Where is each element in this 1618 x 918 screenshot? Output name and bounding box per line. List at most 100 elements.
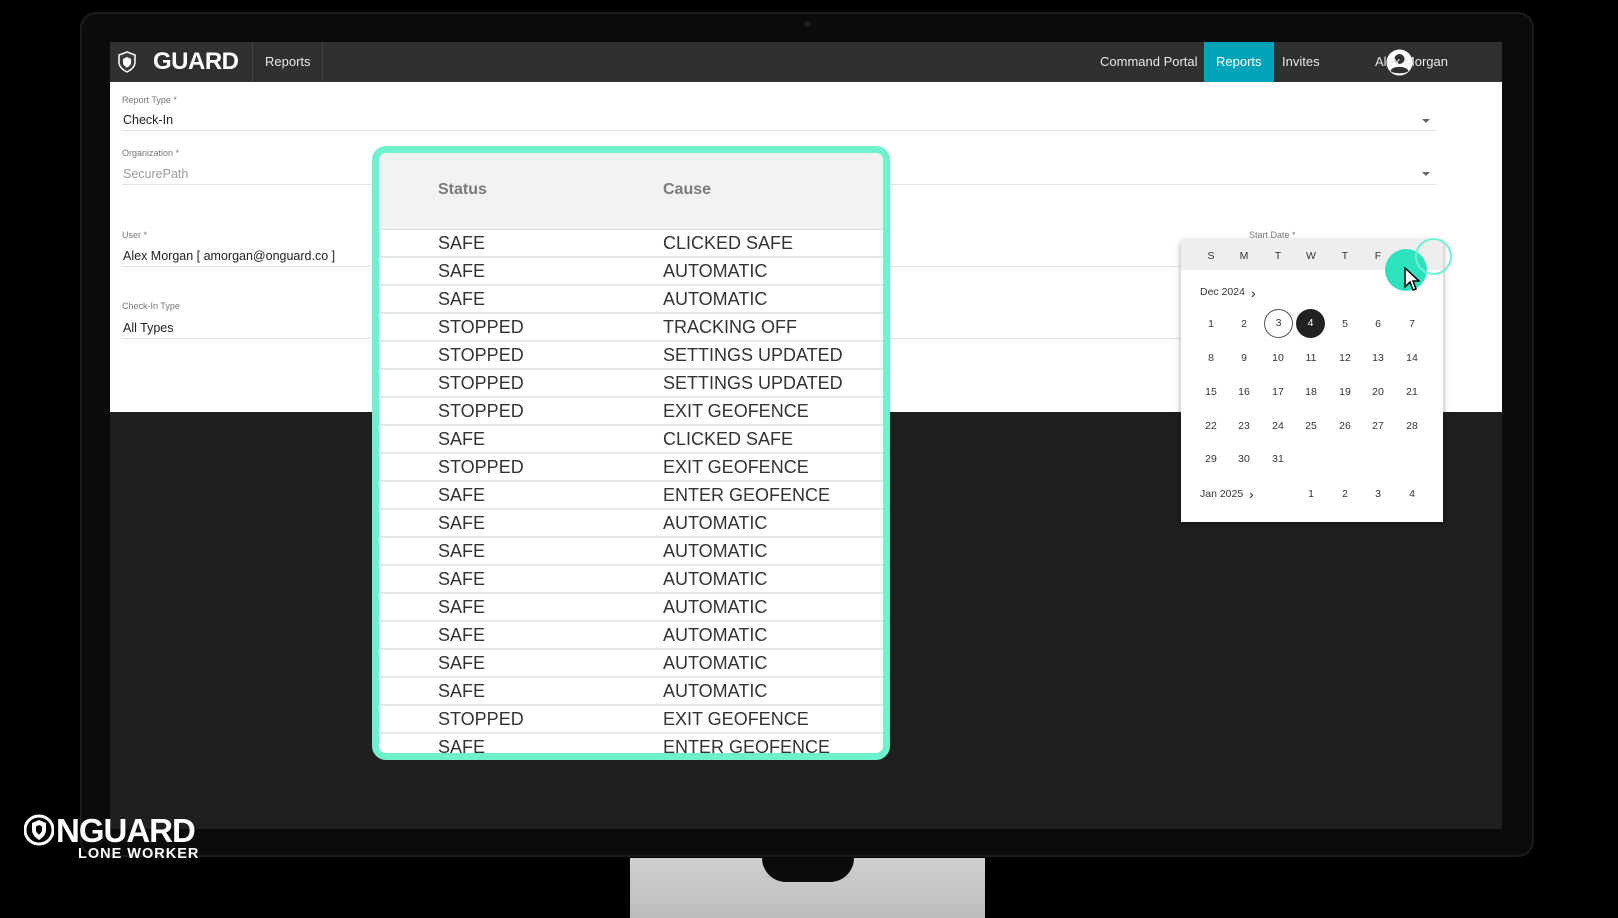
status-cell: SAFE [438, 289, 486, 309]
table-row: STOPPED SETTINGS UPDATED [379, 342, 883, 370]
brand[interactable]: GUARD [110, 42, 258, 82]
table-row: SAFE CLICKED SAFE [379, 230, 883, 258]
calendar-day[interactable]: 9 [1229, 352, 1259, 364]
calendar-day[interactable]: 12 [1330, 352, 1360, 364]
calendar-day[interactable]: 8 [1196, 352, 1226, 364]
cause-cell: AUTOMATIC [663, 653, 768, 673]
calendar-day[interactable]: 4 [1296, 309, 1325, 338]
calendar-day[interactable]: 2 [1229, 318, 1259, 330]
calendar-day[interactable]: 29 [1196, 453, 1226, 465]
user-field[interactable]: Alex Morgan [ amorgan@onguard.co ] [123, 249, 335, 263]
calendar-day[interactable]: 10 [1263, 352, 1293, 364]
organization-select[interactable]: SecurePath [123, 167, 188, 181]
status-cell: STOPPED [438, 345, 524, 365]
cause-cell: EXIT GEOFENCE [663, 457, 809, 477]
calendar-day[interactable]: 3 [1363, 488, 1393, 500]
calendar-day[interactable]: 23 [1229, 420, 1259, 432]
status-cell: SAFE [438, 429, 486, 449]
calendar-day[interactable]: 1 [1196, 318, 1226, 330]
cause-cell: AUTOMATIC [663, 289, 768, 309]
checkin-type-select[interactable]: All Types [123, 321, 174, 335]
calendar-day[interactable]: 4 [1397, 488, 1427, 500]
nav-reports[interactable]: Reports [1204, 42, 1274, 82]
table-row: SAFE AUTOMATIC [379, 650, 883, 678]
status-cell: SAFE [438, 625, 486, 645]
status-cell: SAFE [438, 261, 486, 281]
calendar-day[interactable]: 21 [1397, 386, 1427, 398]
status-cell: SAFE [438, 597, 486, 617]
calendar-day[interactable]: 5 [1330, 318, 1360, 330]
calendar-day[interactable]: 20 [1363, 386, 1393, 398]
calendar-day[interactable]: 31 [1263, 453, 1293, 465]
nav-divider [322, 42, 323, 82]
calendar-day[interactable]: 28 [1397, 420, 1427, 432]
calendar-day[interactable]: 19 [1330, 386, 1360, 398]
nav-command-portal[interactable]: Command Portal [1100, 42, 1198, 82]
cause-cell: AUTOMATIC [663, 569, 768, 589]
shield-logo-icon [24, 814, 54, 846]
calendar-day[interactable]: 2 [1330, 488, 1360, 500]
table-row: SAFE CLICKED SAFE [379, 426, 883, 454]
report-type-label: Report Type * [122, 95, 177, 105]
table-row: SAFE AUTOMATIC [379, 510, 883, 538]
cause-cell: SETTINGS UPDATED [663, 345, 843, 365]
table-row: SAFE AUTOMATIC [379, 594, 883, 622]
calendar-day[interactable]: 15 [1196, 386, 1226, 398]
table-row: SAFE ENTER GEOFENCE [379, 734, 883, 753]
calendar-day[interactable]: 13 [1363, 352, 1393, 364]
cause-cell: ENTER GEOFENCE [663, 485, 831, 505]
organization-label: Organization * [122, 148, 180, 158]
cause-cell: AUTOMATIC [663, 261, 768, 281]
status-column-header[interactable]: Status [438, 181, 487, 199]
chevron-down-icon[interactable] [1422, 172, 1430, 176]
cause-column-header[interactable]: Cause [663, 181, 711, 199]
calendar-day[interactable]: 3 [1264, 309, 1293, 338]
status-cell: STOPPED [438, 373, 524, 393]
cause-cell: EXIT GEOFENCE [663, 401, 809, 421]
logo-title: NGUARD [56, 812, 196, 849]
calendar-day[interactable]: 30 [1229, 453, 1259, 465]
calendar-day[interactable]: 22 [1196, 420, 1226, 432]
calendar-day[interactable]: 16 [1229, 386, 1259, 398]
cause-cell: AUTOMATIC [663, 513, 768, 533]
calendar-day[interactable]: 17 [1263, 386, 1293, 398]
calendar-day[interactable]: 26 [1330, 420, 1360, 432]
table-row: STOPPED EXIT GEOFENCE [379, 398, 883, 426]
cause-cell: CLICKED SAFE [663, 429, 794, 449]
checkin-type-label: Check-In Type [122, 301, 180, 311]
camera-dot [804, 21, 810, 27]
cause-cell: SETTINGS UPDATED [663, 373, 843, 393]
month-label-jan[interactable]: Jan 2025 [1200, 488, 1243, 500]
table-row: SAFE AUTOMATIC [379, 622, 883, 650]
report-type-select[interactable]: Check-In [123, 113, 173, 127]
cause-cell: EXIT GEOFENCE [663, 709, 809, 729]
logo-subtitle: LONE WORKER [78, 846, 200, 862]
click-ring [1415, 238, 1452, 275]
calendar-day[interactable]: 1 [1296, 488, 1326, 500]
table-row: STOPPED SETTINGS UPDATED [379, 370, 883, 398]
cause-cell: AUTOMATIC [663, 681, 768, 701]
chevron-right-icon[interactable]: › [1249, 486, 1254, 502]
calendar-day[interactable]: 18 [1296, 386, 1326, 398]
calendar-day[interactable]: 6 [1363, 318, 1393, 330]
nav-invites[interactable]: Invites [1282, 42, 1320, 82]
cause-cell: CLICKED SAFE [663, 233, 794, 253]
nav-reports-left[interactable]: Reports [265, 42, 311, 82]
user-name[interactable]: Alex Morgan [1375, 42, 1448, 82]
weekday-label: T [1341, 250, 1349, 262]
status-cell: SAFE [438, 233, 486, 253]
calendar-day[interactable]: 27 [1363, 420, 1393, 432]
nav-divider [252, 42, 253, 82]
calendar-day[interactable]: 14 [1397, 352, 1427, 364]
onguard-logo: NGUARD LONE WORKER [24, 812, 224, 864]
month-label-dec[interactable]: Dec 2024 [1200, 286, 1245, 298]
brand-name: GUARD [153, 48, 239, 75]
calendar-day[interactable]: 7 [1397, 318, 1427, 330]
table-row: SAFE AUTOMATIC [379, 538, 883, 566]
calendar-day[interactable]: 11 [1296, 352, 1326, 364]
calendar-day[interactable]: 25 [1296, 420, 1326, 432]
chevron-right-icon[interactable]: › [1251, 285, 1256, 301]
table-row: SAFE AUTOMATIC [379, 566, 883, 594]
chevron-down-icon[interactable] [1422, 119, 1430, 123]
calendar-day[interactable]: 24 [1263, 420, 1293, 432]
